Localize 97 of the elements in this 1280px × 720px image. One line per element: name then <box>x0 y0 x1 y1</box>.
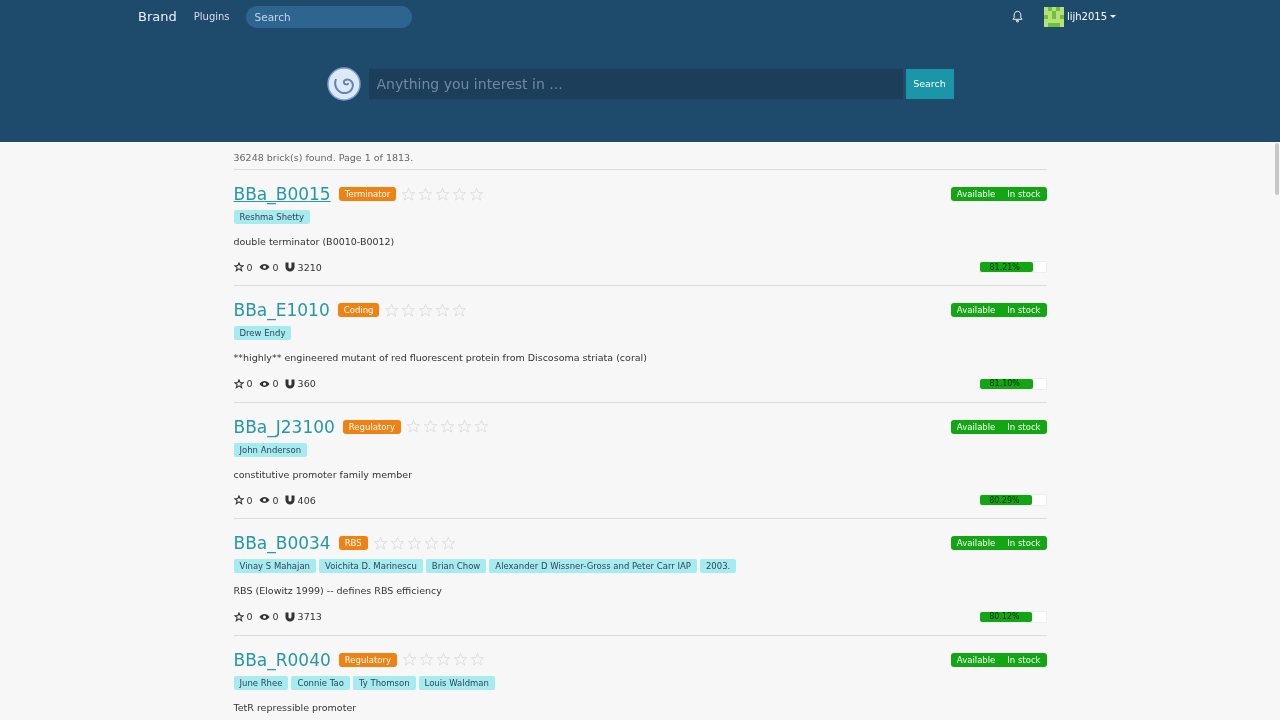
star-icon[interactable] <box>435 302 451 318</box>
star-icon[interactable] <box>406 419 421 435</box>
stock-text: In stock <box>1007 421 1041 432</box>
star-icon[interactable] <box>440 419 455 435</box>
star-icon[interactable] <box>384 302 400 318</box>
author-tag[interactable]: Vinay S Mahajan <box>233 559 316 574</box>
search-field[interactable]: Anything you interest in ... <box>368 68 903 99</box>
star-icon[interactable] <box>372 535 388 551</box>
star-icon <box>233 378 244 389</box>
star-icon[interactable] <box>453 652 468 668</box>
favorite-count: 0 <box>246 261 253 273</box>
star-icon[interactable] <box>435 186 451 202</box>
nav-link[interactable]: Plugins <box>193 11 230 22</box>
use-count: 406 <box>297 494 316 506</box>
brand-link[interactable]: Brand <box>138 9 177 24</box>
view-count: 0 <box>272 378 279 390</box>
star-icon[interactable] <box>423 419 438 435</box>
description: **highly** engineered mutant of red fluorescent protein from Discosoma striata (coral) <box>233 352 648 364</box>
eye-icon <box>258 263 270 272</box>
author-tag[interactable]: Ty Thomson <box>352 675 416 690</box>
star-icon[interactable] <box>401 186 417 202</box>
author-tag[interactable]: Louis Waldman <box>418 675 495 690</box>
type-label: Coding <box>337 303 380 318</box>
favorite-count: 0 <box>246 611 253 623</box>
magnet-icon <box>284 611 295 622</box>
avatar-icon <box>1043 6 1064 27</box>
status-text: Available <box>956 654 996 665</box>
eye-icon <box>258 612 270 621</box>
author-tag[interactable]: Voichita D. Marinescu <box>319 559 423 574</box>
star-icon[interactable] <box>418 186 434 202</box>
progress-text: 81.10% <box>989 379 1020 389</box>
star-icon[interactable] <box>401 302 417 318</box>
star-icon[interactable] <box>440 535 456 551</box>
star-icon[interactable] <box>418 302 434 318</box>
status-text: Available <box>956 421 996 432</box>
author-tag[interactable]: Reshma Shetty <box>233 210 310 224</box>
author-tag[interactable]: June Rhee <box>233 675 289 690</box>
user-menu[interactable]: lijh2015 <box>1043 6 1116 27</box>
stock-text: In stock <box>1007 189 1041 199</box>
magnet-icon <box>284 495 295 506</box>
author-tag[interactable]: 2003. <box>699 559 737 574</box>
caret-icon <box>1110 14 1116 19</box>
star-icon[interactable] <box>419 652 434 668</box>
magnet-icon <box>284 262 295 273</box>
author-tag[interactable]: John Anderson <box>233 442 308 457</box>
use-count: 3713 <box>297 611 322 623</box>
view-count: 0 <box>272 261 279 273</box>
star-icon <box>233 495 244 506</box>
status-text: Available <box>956 538 996 549</box>
author-tag[interactable]: Brian Chow <box>425 559 487 574</box>
use-count: 3210 <box>297 261 322 273</box>
stock-text: In stock <box>1007 305 1041 316</box>
favorite-count: 0 <box>246 378 253 390</box>
spiral-logo-icon <box>326 66 361 101</box>
star-icon <box>233 611 244 622</box>
star-icon[interactable] <box>402 652 417 668</box>
favorite-count: 0 <box>246 494 253 506</box>
author-tag[interactable]: Drew Endy <box>233 326 292 341</box>
view-count: 0 <box>272 494 279 506</box>
progress-text: 80.29% <box>989 495 1020 505</box>
scrollbar-thumb[interactable] <box>1275 143 1279 195</box>
star-icon[interactable] <box>452 186 468 202</box>
search-button[interactable]: Search <box>905 68 954 99</box>
star-icon[interactable] <box>423 535 439 551</box>
results-summary: 36248 brick(s) found. Page 1 of 1813. <box>233 152 1047 170</box>
type-label: Regulatory <box>342 419 401 434</box>
star-icon[interactable] <box>457 419 472 435</box>
type-label: RBS <box>338 536 368 551</box>
description: double terminator (B0010-B0012) <box>233 236 396 248</box>
progress-text: 81.21% <box>989 262 1020 272</box>
star-icon[interactable] <box>452 302 468 318</box>
search-field[interactable]: Search <box>245 5 412 28</box>
star-icon[interactable] <box>474 419 489 435</box>
magnet-icon <box>284 378 295 389</box>
stock-text: In stock <box>1007 538 1041 549</box>
description: RBS (Elowitz 1999) -- defines RBS efficiency <box>233 585 443 597</box>
star-icon[interactable] <box>389 535 405 551</box>
eye-icon <box>258 496 270 505</box>
star-icon[interactable] <box>470 652 485 668</box>
status-text: Available <box>956 305 996 316</box>
view-count: 0 <box>272 611 279 623</box>
progress-text: 80.12% <box>989 612 1020 622</box>
star-icon[interactable] <box>469 186 485 202</box>
use-count: 360 <box>297 378 316 390</box>
description: constitutive promoter family member <box>233 468 414 481</box>
eye-icon <box>258 379 270 388</box>
status-text: Available <box>956 189 996 199</box>
description: TetR repressible promoter <box>233 701 358 713</box>
author-tag[interactable]: Alexander D Wissner-Gross and Peter Carr IAP <box>489 559 697 574</box>
star-icon <box>233 262 244 273</box>
author-tag[interactable]: Connie Tao <box>291 675 350 690</box>
bell-icon[interactable] <box>1010 10 1024 23</box>
stock-text: In stock <box>1007 654 1041 665</box>
star-icon[interactable] <box>436 652 451 668</box>
type-label: Terminator <box>338 187 397 201</box>
type-label: Regulatory <box>338 652 397 667</box>
star-icon[interactable] <box>406 535 422 551</box>
